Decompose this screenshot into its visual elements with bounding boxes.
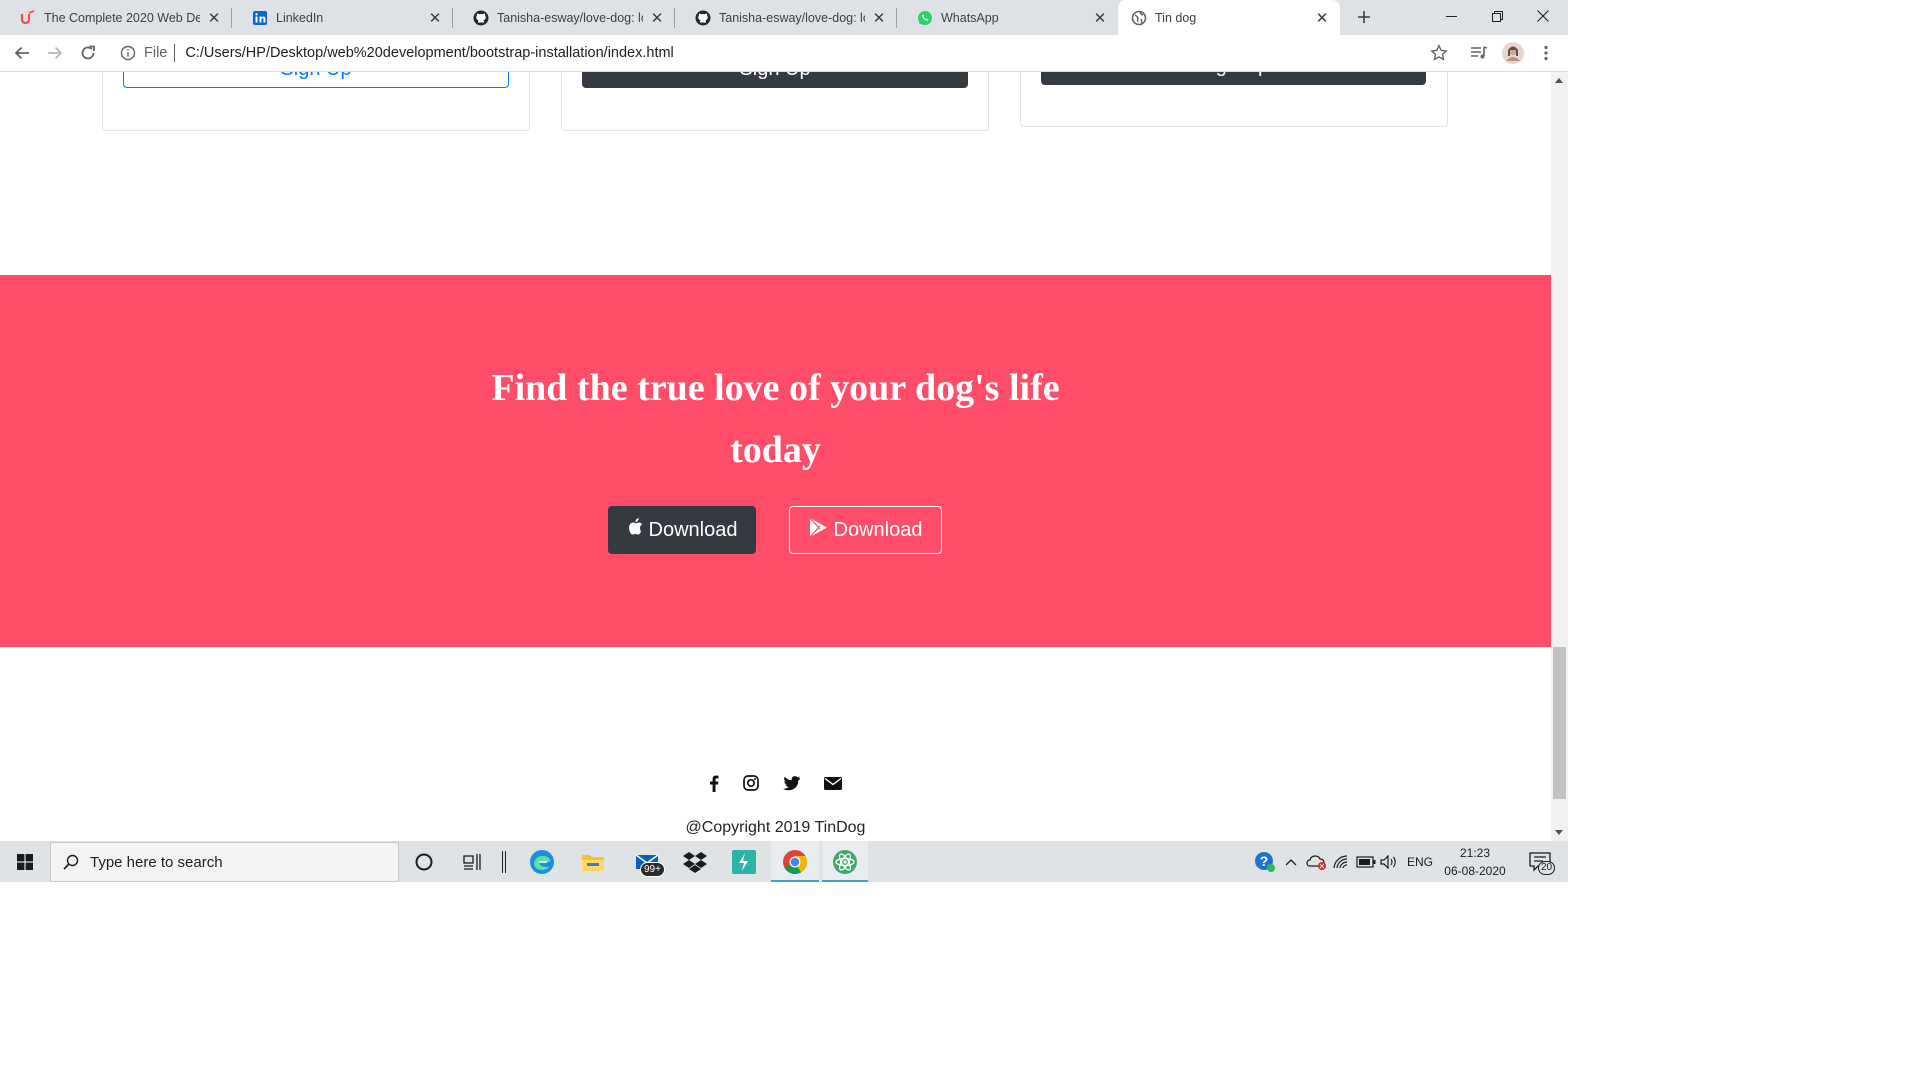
minimize-button[interactable] <box>1428 0 1474 32</box>
page-scrollbar[interactable] <box>1551 72 1568 841</box>
running-indicator <box>771 880 819 882</box>
whatsapp-icon <box>917 10 933 26</box>
clock-time: 21:23 <box>1459 846 1491 860</box>
apple-icon <box>627 517 643 543</box>
tab-title: WhatsApp <box>941 10 999 25</box>
notification-center-icon[interactable]: 20 <box>1520 841 1560 882</box>
scroll-down-arrow[interactable] <box>1555 830 1563 835</box>
chevron-up-icon[interactable] <box>1282 841 1300 882</box>
close-icon[interactable]: ✕ <box>871 10 887 27</box>
download-label: Download <box>833 518 923 541</box>
tab-udemy[interactable]: The Complete 2020 Web Dev ✕ <box>0 0 232 35</box>
edge-icon[interactable] <box>522 841 562 882</box>
media-control-icon[interactable] <box>1467 41 1491 65</box>
download-label: Download <box>648 518 738 541</box>
cta-section: Find the true love of your dog's life to… <box>0 275 1551 647</box>
cta-heading-line-2: today <box>730 429 821 471</box>
language-indicator[interactable]: ENG <box>1403 841 1437 882</box>
new-tab-button[interactable] <box>1352 5 1376 29</box>
cta-heading: Find the true love of your dog's life to… <box>0 357 1551 481</box>
tab-whatsapp[interactable]: WhatsApp ✕ <box>897 0 1118 35</box>
url-text: C:/Users/HP/Desktop/web%20development/bo… <box>185 45 674 61</box>
onedrive-error-icon[interactable] <box>1305 841 1329 882</box>
back-button[interactable] <box>9 40 35 66</box>
chrome-icon[interactable] <box>771 841 819 882</box>
pricing-card-labrador: Sign Up <box>561 72 989 131</box>
facebook-icon[interactable] <box>703 772 725 794</box>
help-icon[interactable]: ? <box>1252 841 1278 882</box>
app-shortcut-icon[interactable] <box>725 841 763 882</box>
close-icon[interactable]: ✕ <box>649 10 665 27</box>
close-icon[interactable]: ✕ <box>206 10 222 27</box>
mail-badge: 99+ <box>640 862 665 877</box>
pricing-card-chihuahua: Sign Up <box>102 72 530 131</box>
tab-github-1[interactable]: Tanisha-esway/love-dog: lov ✕ <box>453 0 675 35</box>
clock-date: 06-08-2020 <box>1444 864 1506 878</box>
tab-title: Tanisha-esway/love-dog: lov <box>497 10 643 25</box>
search-placeholder: Type here to search <box>90 853 223 871</box>
taskbar-separator <box>495 841 513 882</box>
mail-icon[interactable]: 99+ <box>624 841 670 882</box>
svg-text:?: ? <box>1260 853 1269 869</box>
battery-icon[interactable] <box>1355 841 1377 882</box>
address-bar[interactable]: File C:/Users/HP/Desktop/web%20developme… <box>112 38 1462 68</box>
restore-button[interactable] <box>1474 0 1520 32</box>
volume-icon[interactable] <box>1378 841 1400 882</box>
reload-button[interactable] <box>75 40 101 66</box>
info-icon[interactable] <box>120 45 136 61</box>
url-scheme-label: File <box>144 45 168 61</box>
google-play-icon <box>809 517 828 544</box>
taskbar-clock[interactable]: 21:23 06-08-2020 <box>1436 844 1514 880</box>
notification-count: 20 <box>1538 861 1556 875</box>
scroll-up-arrow[interactable] <box>1555 78 1563 83</box>
bookmark-star-icon[interactable] <box>1427 41 1451 65</box>
task-view-icon[interactable] <box>456 841 490 882</box>
app-store-download-button[interactable]: Download <box>608 506 756 554</box>
avatar[interactable] <box>1501 41 1525 65</box>
menu-dots-icon[interactable] <box>1534 41 1558 65</box>
browser-toolbar: File C:/Users/HP/Desktop/web%20developme… <box>0 35 1568 72</box>
close-icon[interactable]: ✕ <box>427 10 443 27</box>
running-indicator <box>822 880 868 882</box>
file-explorer-icon[interactable] <box>573 841 613 882</box>
udemy-icon <box>20 9 36 26</box>
cta-heading-line-1: Find the true love of your dog's life <box>491 367 1060 409</box>
github-icon <box>473 10 489 26</box>
tab-title: LinkedIn <box>276 10 324 25</box>
tab-title: The Complete 2020 Web Dev <box>44 10 200 25</box>
scroll-thumb[interactable] <box>1553 647 1566 799</box>
close-icon[interactable]: ✕ <box>1314 10 1330 27</box>
tab-github-2[interactable]: Tanisha-esway/love-dog: lov ✕ <box>675 0 897 35</box>
dropbox-icon[interactable] <box>676 841 714 882</box>
search-icon <box>63 854 79 870</box>
page-viewport: Sign Up Sign Up Sign Up Find the true lo… <box>0 72 1551 841</box>
tab-title: Tin dog <box>1155 10 1197 25</box>
wifi-icon[interactable] <box>1331 841 1353 882</box>
twitter-icon[interactable] <box>780 772 802 794</box>
atom-icon[interactable] <box>822 841 868 882</box>
tab-tindog[interactable]: Tin dog ✕ <box>1118 0 1340 35</box>
copyright-text: @Copyright 2019 TinDog <box>685 819 866 836</box>
sign-up-button[interactable]: Sign Up <box>582 72 968 88</box>
globe-icon <box>1131 10 1147 26</box>
sign-up-button[interactable]: Sign Up <box>123 72 509 88</box>
divider <box>174 44 176 62</box>
tab-strip: The Complete 2020 Web Dev ✕ LinkedIn ✕ T… <box>0 0 1568 35</box>
tab-linkedin[interactable]: LinkedIn ✕ <box>232 0 453 35</box>
start-button[interactable] <box>0 841 50 882</box>
close-window-button[interactable] <box>1520 0 1566 32</box>
forward-button[interactable] <box>42 40 68 66</box>
linkedin-icon <box>252 10 268 26</box>
pricing-card-mastiff: Sign Up <box>1020 72 1448 127</box>
tab-title: Tanisha-esway/love-dog: lov <box>719 10 865 25</box>
github-icon <box>695 10 711 26</box>
sign-up-button[interactable]: Sign Up <box>1041 72 1426 85</box>
close-icon[interactable]: ✕ <box>1092 10 1108 27</box>
instagram-icon[interactable] <box>740 772 762 794</box>
google-play-download-button[interactable]: Download <box>789 506 942 554</box>
envelope-icon[interactable] <box>822 772 844 794</box>
windows-taskbar: Type here to search 99+ ? ENG 21:23 06-0… <box>0 841 1568 882</box>
taskbar-search-input[interactable]: Type here to search <box>50 842 399 882</box>
cortana-icon[interactable] <box>407 841 441 882</box>
